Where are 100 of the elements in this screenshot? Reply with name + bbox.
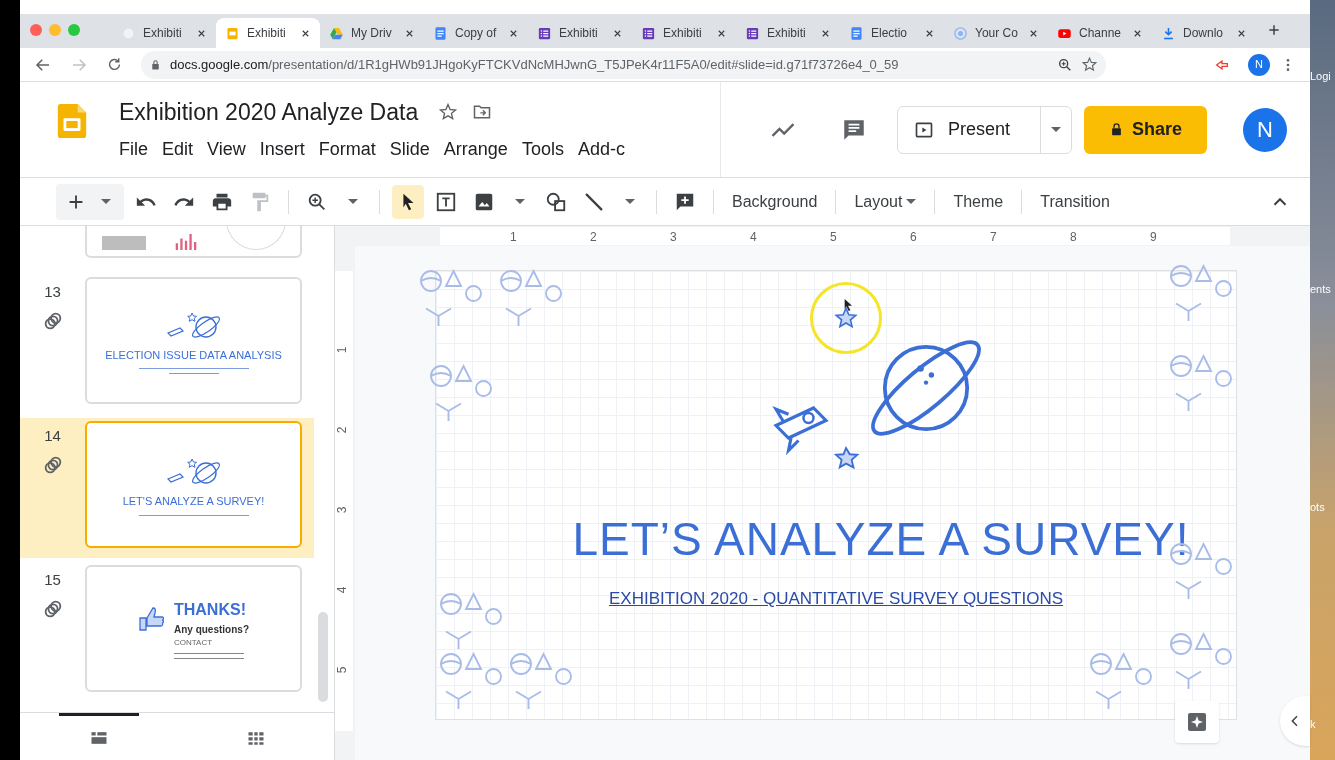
ruler-number: 3	[334, 506, 351, 514]
ruler-number: 4	[750, 229, 757, 246]
vertical-ruler[interactable]: 1 2 3 4 5	[335, 271, 353, 731]
toolbar-button[interactable]: Layout	[848, 184, 923, 219]
slide-number: 13	[44, 282, 61, 302]
browser-tab[interactable]: Exhibiti	[528, 18, 632, 48]
document-icon	[433, 25, 448, 41]
share-button[interactable]: Share	[1084, 105, 1207, 154]
toolbar-button[interactable]: Theme	[947, 184, 1010, 219]
horizontal-ruler[interactable]: 1 2 3 4 5 6 7 8 9	[440, 227, 1230, 245]
explore-button[interactable]	[1175, 701, 1219, 743]
menu-item[interactable]: Slide	[382, 135, 437, 163]
menu-item[interactable]: Arrange	[436, 135, 515, 163]
ruler-number: 2	[590, 229, 597, 246]
form-icon	[641, 25, 656, 41]
toolbar-button[interactable]: Transition	[1034, 184, 1116, 219]
caret-icon	[906, 199, 917, 204]
thumbnail-title: THANKS!	[174, 600, 247, 620]
new-tab-icon[interactable]	[1266, 22, 1282, 38]
bookmark-star-icon[interactable]	[1081, 56, 1098, 73]
select-tool-button[interactable]	[392, 184, 424, 219]
browser-tab[interactable]: Exhibiti	[736, 18, 840, 48]
tab-title: Exhibiti	[767, 25, 807, 42]
browser-tab[interactable]: Exhibiti	[216, 18, 320, 48]
browser-tab[interactable]: Exhibiti	[632, 18, 736, 48]
caret-icon	[515, 199, 525, 204]
thumbs-up-icon	[138, 604, 166, 632]
browser-tab[interactable]: Downlo	[1152, 18, 1256, 48]
image-placeholder	[101, 236, 146, 250]
browser-tab[interactable]: Channe	[1048, 18, 1152, 48]
tab-title: Exhibiti	[143, 25, 183, 42]
ruler-number: 6	[910, 229, 917, 246]
side-panel-toggle[interactable]	[1280, 696, 1310, 746]
lock-icon	[1109, 122, 1124, 137]
browser-tab[interactable]: My Driv	[320, 18, 424, 48]
caret-icon	[101, 199, 111, 204]
slide-number: 15	[44, 570, 61, 590]
ruler-number: 1	[510, 229, 517, 246]
browser-tab[interactable]: Exhibiti	[112, 18, 216, 48]
desktop-icon-label: ots	[1310, 500, 1326, 515]
scrollbar-thumb[interactable]	[318, 612, 328, 702]
profile-avatar[interactable]: N	[1248, 53, 1270, 76]
tab-title: Exhibiti	[559, 25, 599, 42]
star-icon[interactable]	[438, 102, 459, 123]
document-title[interactable]: Exhibition 2020 Analyze Data	[119, 95, 419, 130]
menu-item[interactable]: Edit	[155, 135, 201, 163]
menu-item[interactable]: Format	[311, 135, 383, 163]
triangle-logo-icon	[329, 25, 344, 41]
browser-tab[interactable]: Electio	[840, 18, 944, 48]
thumbnail-title: ELECTION ISSUE DATA ANALYSIS	[105, 347, 282, 363]
slide-thumbnail[interactable]: ELECTION ISSUE DATA ANALYSIS	[85, 277, 302, 404]
ruler-number: 9	[1150, 229, 1157, 246]
textbox-icon	[435, 190, 457, 213]
browser-tab[interactable]: Your Co	[944, 18, 1048, 48]
document-icon	[849, 25, 864, 41]
caret-icon	[348, 199, 358, 204]
ruler-number: 8	[1070, 229, 1077, 246]
bar-chart-drawing	[174, 234, 197, 250]
sparkle-icon	[1185, 710, 1209, 734]
ruler-number: 5	[830, 229, 837, 246]
ruler-number: 3	[670, 229, 677, 246]
tab-title: Channe	[1079, 25, 1123, 42]
slide-title: LET’S ANALYZE A SURVEY!	[572, 512, 1190, 567]
desktop-icon-label: Logi	[1310, 69, 1332, 84]
circle-icon	[953, 25, 968, 41]
tab-title: Exhibiti	[663, 25, 703, 42]
slide-subtitle: EXHIBITION 2020 - QUANTITATIVE SURVEY QUESTIONS	[608, 588, 1064, 610]
menu-item[interactable]: Tools	[514, 135, 571, 163]
ruler-number: 7	[990, 229, 997, 246]
filmstrip-row[interactable]: 14 LET'S ANALYZE A SURVEY!	[20, 418, 314, 558]
address-bar[interactable]: docs.google.com/presentation/d/1R1gHWb91JHgoKyFTCKVdNcMHJwnG_T5JPeK4r11F5A0/edit#slide=id.g71f73726e4_0_59	[141, 50, 1106, 79]
ruler-number: 4	[334, 586, 351, 594]
zoom-icon[interactable]	[1057, 56, 1073, 73]
filmstrip-row[interactable]: 15 THANKS! Any questions? CONTACT	[20, 562, 314, 702]
reload-icon[interactable]	[106, 56, 123, 73]
menu-item[interactable]: View	[200, 135, 253, 163]
line-icon	[583, 190, 605, 213]
tab-title: Exhibiti	[247, 25, 287, 42]
star-drawing	[833, 305, 859, 331]
lock-icon	[149, 58, 162, 71]
download-icon	[1161, 25, 1176, 41]
url-text: docs.google.com/presentation/d/1R1gHWb91JHgoKyFTCKVdNcMHJwnG_T5JPeK4r11F5A0/edit#slide=id.g71f73726e4_0_59	[170, 55, 900, 74]
shape-icon	[545, 190, 567, 213]
tab-title: Your Co	[975, 25, 1019, 42]
ruler-number: 2	[334, 426, 351, 434]
menu-item[interactable]: Add-c	[570, 135, 632, 163]
menu-item[interactable]: File	[112, 135, 155, 163]
filmstrip-row[interactable]: 13 ELECTION ISSUE DATA ANALYSIS	[20, 274, 314, 414]
desktop-icon-label: ents	[1310, 281, 1332, 297]
browser-tab[interactable]: Copy of	[424, 18, 528, 48]
tab-title: Copy of	[455, 25, 498, 42]
account-avatar[interactable]: N	[1243, 107, 1287, 152]
slide-thumbnail[interactable]: THANKS! Any questions? CONTACT	[85, 565, 302, 692]
form-icon	[745, 25, 760, 41]
tab-title: Downlo	[1183, 25, 1225, 42]
desktop-icon-label: k	[1310, 716, 1317, 732]
menu-item[interactable]: Insert	[252, 135, 312, 163]
toolbar-button[interactable]: Background	[726, 184, 824, 219]
thumbnail-title: LET'S ANALYZE A SURVEY!	[122, 494, 265, 510]
slide-thumbnail[interactable]: LET'S ANALYZE A SURVEY!	[85, 421, 302, 548]
